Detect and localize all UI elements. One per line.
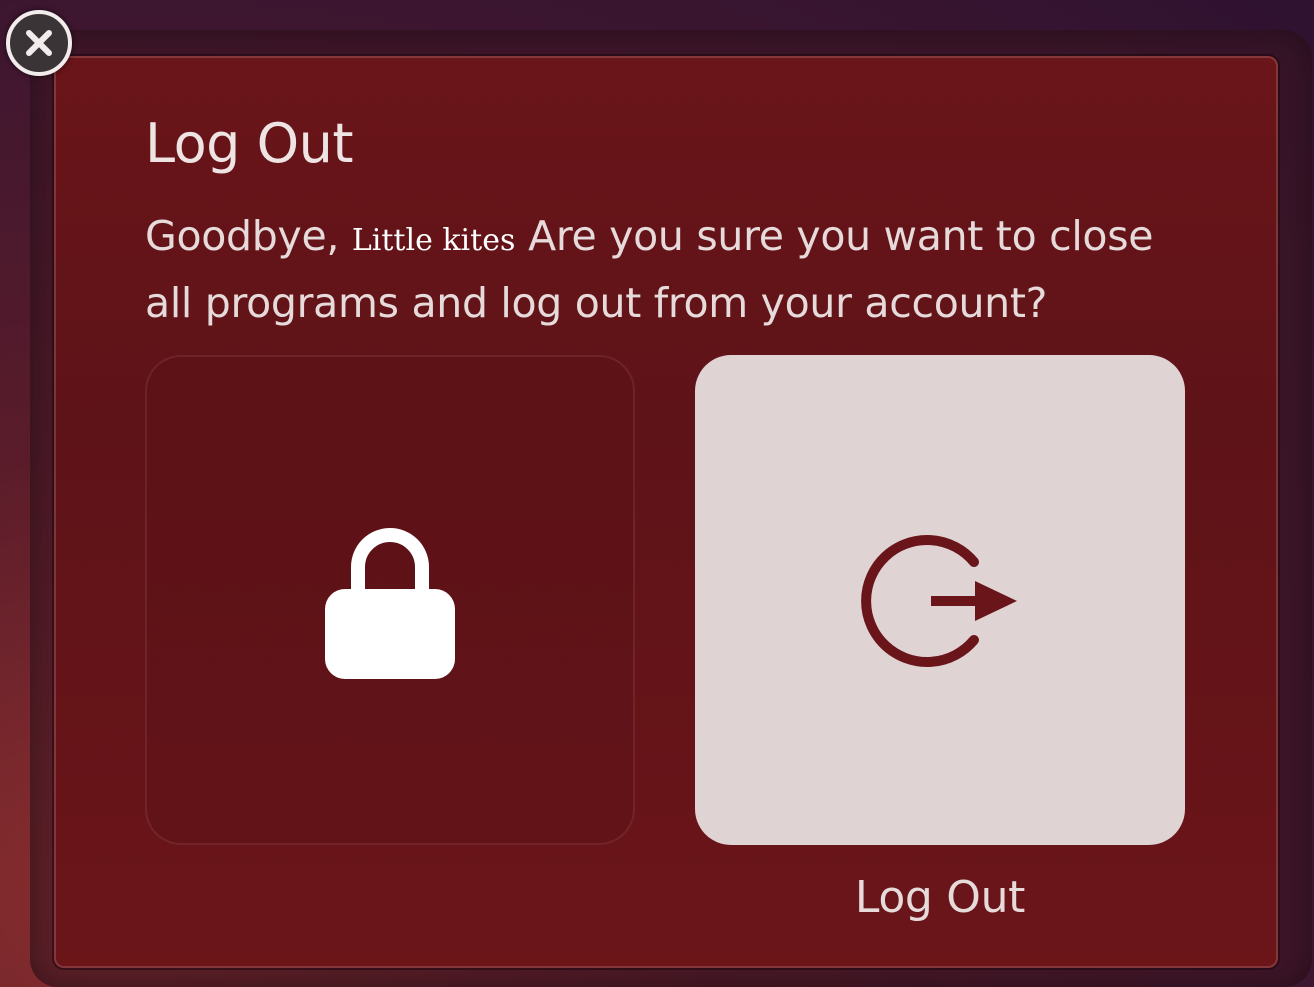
message-greeting: Goodbye, — [145, 212, 352, 260]
logout-option-label: Log Out — [854, 872, 1026, 923]
close-button[interactable] — [6, 10, 72, 76]
user-name: Little kites — [351, 223, 516, 258]
logout-option-button[interactable] — [695, 355, 1185, 845]
dialog-title: Log Out — [145, 112, 354, 175]
logout-icon — [861, 535, 1017, 667]
lock-icon — [325, 528, 455, 679]
lock-option-button[interactable] — [145, 355, 635, 845]
dialog-message: Goodbye, Little kites Are you sure you w… — [145, 205, 1205, 334]
close-icon — [26, 30, 52, 56]
